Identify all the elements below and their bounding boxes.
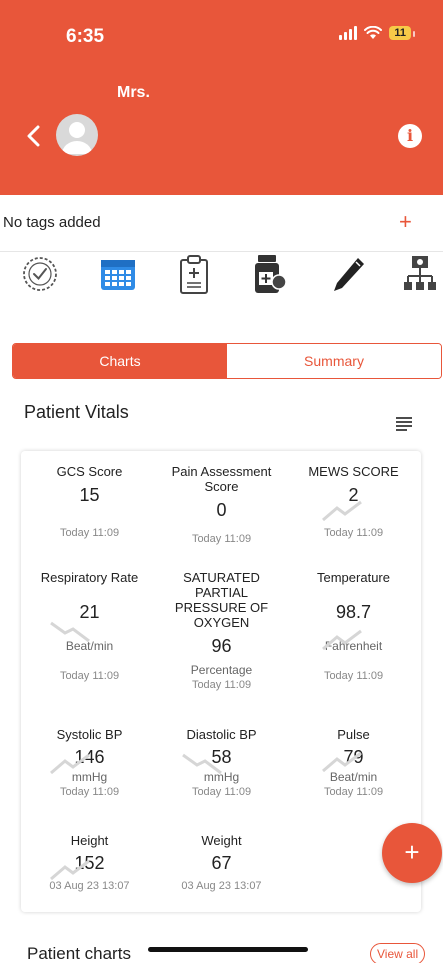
vital-gcs-score[interactable]: GCS Score 15 Today 11:09 <box>23 464 156 539</box>
trend-down-icon <box>182 753 222 775</box>
vital-spo2[interactable]: SATURATED PARTIAL PRESSURE OF OXYGEN 96 … <box>155 570 288 691</box>
vital-name: Temperature <box>317 570 390 585</box>
status-time: 6:35 <box>66 26 105 47</box>
toolbar-icons <box>0 254 443 304</box>
avatar[interactable] <box>56 114 98 156</box>
vital-unit: Percentage <box>190 663 253 677</box>
vital-name: Pulse <box>337 727 370 742</box>
vital-value: 0 <box>216 500 227 520</box>
tags-row: No tags added + <box>0 195 443 252</box>
vital-time: Today 11:09 <box>59 670 120 682</box>
vital-temperature[interactable]: Temperature 98.7 Fahrenheit Today 11:09 <box>287 570 420 682</box>
vital-pain-score[interactable]: Pain Assessment Score 0 Today 11:09 <box>155 464 288 545</box>
view-all-button[interactable]: View all <box>370 943 426 963</box>
trend-up-icon <box>50 753 90 775</box>
back-arrow-icon[interactable] <box>22 122 46 150</box>
pen-icon[interactable] <box>328 254 368 296</box>
wifi-icon <box>364 26 383 39</box>
trend-up-icon <box>50 859 90 881</box>
vital-name: SATURATED PARTIAL PRESSURE OF OXYGEN <box>174 570 269 630</box>
vital-value: 67 <box>211 853 232 873</box>
trend-down-icon <box>50 621 90 643</box>
cellular-signal-icon <box>339 26 358 40</box>
tab-charts[interactable]: Charts <box>13 344 227 378</box>
patient-name: Mrs. <box>117 84 150 101</box>
patient-charts-title: Patient charts <box>27 944 131 963</box>
vital-value: 96 <box>211 636 232 656</box>
vital-value: 15 <box>79 485 100 505</box>
trend-up-icon <box>322 500 362 522</box>
vital-time: Today 11:09 <box>323 786 384 798</box>
org-chart-icon[interactable] <box>400 254 440 296</box>
vital-time: Today 11:09 <box>191 533 252 545</box>
calendar-icon[interactable] <box>98 254 138 296</box>
vital-name: MEWS SCORE <box>308 464 399 479</box>
clipboard-icon[interactable] <box>174 254 214 296</box>
add-tag-button[interactable]: + <box>399 209 412 235</box>
list-menu-icon[interactable] <box>396 417 412 431</box>
vital-time: Today 11:09 <box>59 786 120 798</box>
vitals-title: Patient Vitals <box>24 402 129 422</box>
tab-summary[interactable]: Summary <box>227 344 441 378</box>
clock-check-icon[interactable] <box>20 254 60 296</box>
vitals-card: GCS Score 15 Today 11:09 Pain Assessment… <box>21 451 421 912</box>
vital-time: 03 Aug 23 13:07 <box>181 880 262 892</box>
status-icons: 11 <box>339 26 415 40</box>
app-header: 6:35 11 Mrs. i <box>0 0 443 195</box>
vital-name: Height <box>70 833 109 848</box>
vital-name: Systolic BP <box>56 727 123 742</box>
trend-up-icon <box>322 629 362 651</box>
home-indicator <box>148 947 308 952</box>
add-vital-fab[interactable]: + <box>382 823 442 883</box>
vital-time: 03 Aug 23 13:07 <box>49 880 130 892</box>
vital-time: Today 11:09 <box>323 527 384 539</box>
user-icon <box>62 122 92 154</box>
vital-time: Today 11:09 <box>191 786 252 798</box>
view-tabs: Charts Summary <box>12 343 442 379</box>
trend-up-icon <box>322 751 362 773</box>
vital-time: Today 11:09 <box>191 679 252 691</box>
vital-value: 21 <box>79 602 100 622</box>
vital-name: Pain Assessment Score <box>171 464 272 494</box>
vital-name: GCS Score <box>56 464 123 479</box>
vital-weight[interactable]: Weight 67 03 Aug 23 13:07 <box>155 833 288 892</box>
vital-time: Today 11:09 <box>323 670 384 682</box>
medicine-icon[interactable] <box>250 254 290 296</box>
battery-icon: 11 <box>389 26 415 40</box>
vital-name: Weight <box>201 833 242 848</box>
vital-time: Today 11:09 <box>59 527 120 539</box>
vital-value: 98.7 <box>335 602 372 622</box>
vital-name: Diastolic BP <box>186 727 257 742</box>
tags-text: No tags added <box>3 214 101 231</box>
vital-name: Respiratory Rate <box>40 570 139 585</box>
info-button[interactable]: i <box>398 124 422 148</box>
